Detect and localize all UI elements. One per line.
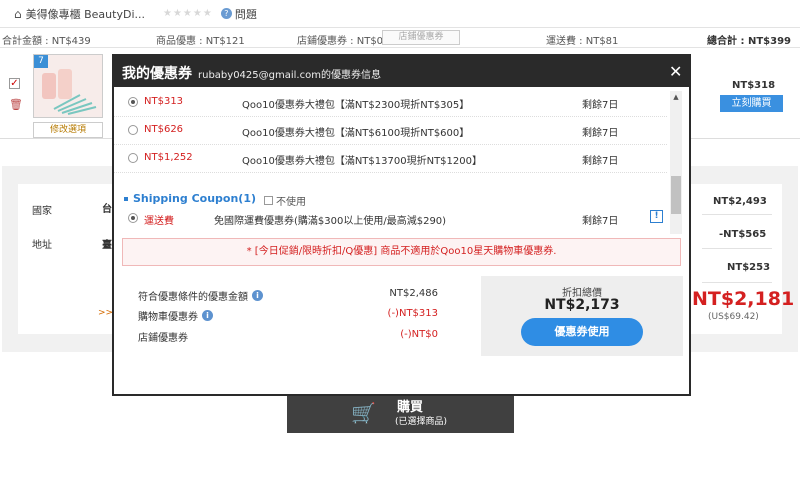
country-select[interactable]: 台 bbox=[102, 200, 112, 215]
store-bar: ⌂ 美得像專櫃 BeautyDi... ★★★★★ ? 問題 bbox=[0, 0, 800, 28]
address-label: 地址 bbox=[32, 240, 52, 251]
coupon-row[interactable]: NT$313 Qoo10優惠券大禮包【滿NT$2300現折NT$305】 剩餘7… bbox=[114, 89, 667, 117]
store-coupon-label: 店鋪優惠券 bbox=[138, 333, 188, 344]
coupon-name: Qoo10優惠券大禮包【滿NT$2300現折NT$305】 bbox=[242, 100, 470, 111]
trash-icon[interactable]: 🗑 bbox=[9, 98, 23, 111]
no-use-checkbox[interactable] bbox=[264, 196, 273, 205]
eligible-amount-label: 符合優惠條件的優惠金額 bbox=[138, 292, 248, 303]
purchase-label: 購買 bbox=[397, 400, 424, 415]
order-value-3: NT$253 bbox=[727, 262, 771, 273]
product-thumbnail[interactable]: 7 bbox=[33, 54, 103, 118]
shipping-fee: 運送費 : NT$81 bbox=[546, 36, 619, 47]
store-coupon-button[interactable]: 店鋪優惠券 bbox=[382, 30, 460, 45]
cart-coupon-label: 購物車優惠券 bbox=[138, 312, 198, 323]
coupon-remaining: 剩餘7日 bbox=[582, 100, 619, 111]
shipping-coupon-remaining: 剩餘7日 bbox=[582, 216, 619, 227]
address-field[interactable]: 臺 bbox=[102, 236, 112, 251]
coupon-row[interactable]: NT$626 Qoo10優惠券大禮包【滿NT$6100現折NT$600】 剩餘7… bbox=[114, 117, 667, 145]
grand-total: 總合計 : NT$399 bbox=[707, 36, 791, 47]
shipping-no-use[interactable]: 不使用 bbox=[264, 193, 306, 208]
help-link[interactable]: ? 問題 bbox=[220, 6, 257, 22]
order-total-usd: (US$69.42) bbox=[708, 312, 759, 322]
coupon-amount: NT$1,252 bbox=[144, 152, 193, 163]
coupon-amount: NT$313 bbox=[144, 96, 184, 107]
divider bbox=[702, 214, 772, 215]
total-amount: 合計金額 : NT$439 bbox=[2, 36, 91, 47]
coupon-name: Qoo10優惠券大禮包【滿NT$6100現折NT$600】 bbox=[242, 128, 470, 139]
rating-stars-icon: ★★★★★ bbox=[163, 8, 213, 19]
item-checkbox[interactable]: ✓ bbox=[9, 78, 20, 89]
cart-icon: 🛒 bbox=[351, 401, 376, 425]
coupon-radio[interactable] bbox=[128, 125, 138, 135]
divider bbox=[702, 282, 772, 283]
arrow-indicator: >> bbox=[98, 308, 114, 318]
thumbnail-badge: 7 bbox=[34, 55, 48, 68]
coupon-list: NT$313 Qoo10優惠券大禮包【滿NT$2300現折NT$305】 剩餘7… bbox=[114, 89, 689, 234]
coupon-row[interactable]: NT$1,252 Qoo10優惠券大禮包【滿NT$13700現折NT$1200】… bbox=[114, 145, 667, 173]
bullet-icon bbox=[124, 197, 128, 201]
use-coupon-button[interactable]: 優惠券使用 bbox=[521, 318, 643, 346]
purchase-button[interactable]: 🛒 購買 (已選擇商品) bbox=[287, 392, 514, 433]
divider bbox=[702, 248, 772, 249]
eligible-amount-value: NT$2,486 bbox=[389, 288, 438, 299]
coupon-radio[interactable] bbox=[128, 153, 138, 163]
shipping-coupon-name: 免國際運費優惠券(購滿$300以上使用/最高減$290) bbox=[214, 216, 447, 227]
coupon-list-scrollbar[interactable]: ▲ ▼ bbox=[670, 91, 682, 234]
shipping-coupon-type: 運送費 bbox=[144, 216, 174, 227]
country-label: 國家 bbox=[32, 206, 52, 217]
buy-now-button[interactable]: 立刻購買 bbox=[720, 95, 783, 112]
discount-total: NT$2,173 bbox=[544, 297, 620, 313]
eligible-amount-line: 符合優惠條件的優惠金額 i NT$2,486 bbox=[138, 288, 438, 303]
order-total: NT$2,181 bbox=[692, 288, 795, 310]
coupon-notice: * [今日促銷/限時折扣/Q優惠] 商品不適用於Qoo10星天購物車優惠券. bbox=[122, 238, 681, 266]
home-icon[interactable]: ⌂ bbox=[14, 7, 22, 21]
cart-summary-bar: 合計金額 : NT$439 商品優惠 : NT$121 店鋪優惠券 : NT$0… bbox=[0, 28, 800, 48]
coupon-modal: 我的優惠券 rubaby0425@gmail.com的優惠券信息 ✕ NT$31… bbox=[112, 54, 691, 396]
item-discount: 商品優惠 : NT$121 bbox=[156, 36, 245, 47]
modal-header: 我的優惠券 rubaby0425@gmail.com的優惠券信息 ✕ bbox=[114, 56, 689, 87]
info-icon[interactable]: ! bbox=[650, 210, 663, 223]
shipping-coupon-row[interactable]: 運送費 免國際運費優惠券(購滿$300以上使用/最高減$290) 剩餘7日 ! bbox=[114, 209, 667, 229]
info-icon[interactable]: i bbox=[202, 310, 213, 321]
close-icon[interactable]: ✕ bbox=[669, 62, 682, 81]
coupon-remaining: 剩餘7日 bbox=[582, 156, 619, 167]
question-icon: ? bbox=[220, 8, 232, 19]
shipping-coupon-radio[interactable] bbox=[128, 213, 138, 223]
discount-total-box: 折扣總價 NT$2,173 優惠券使用 bbox=[481, 276, 683, 356]
scroll-up-icon[interactable]: ▲ bbox=[670, 91, 682, 103]
modal-title: 我的優惠券 bbox=[122, 66, 192, 82]
modal-subtitle: rubaby0425@gmail.com的優惠券信息 bbox=[198, 70, 381, 81]
info-icon[interactable]: i bbox=[252, 290, 263, 301]
store-coupon-line: 店鋪優惠券 (-)NT$0 bbox=[138, 329, 438, 344]
item-price: NT$318 bbox=[732, 80, 776, 91]
coupon-amount: NT$626 bbox=[144, 124, 184, 135]
coupon-remaining: 剩餘7日 bbox=[582, 128, 619, 139]
cart-coupon-line: 購物車優惠券 i (-)NT$313 bbox=[138, 308, 438, 323]
store-coupon-value: (-)NT$0 bbox=[400, 329, 438, 340]
no-use-label: 不使用 bbox=[276, 197, 306, 208]
store-coupon-amount: 店鋪優惠券 : NT$0 bbox=[297, 36, 384, 47]
store-name[interactable]: 美得像專櫃 BeautyDi... bbox=[26, 6, 145, 22]
purchase-sublabel: (已選擇商品) bbox=[395, 417, 448, 427]
edit-options-button[interactable]: 修改選項 bbox=[33, 122, 103, 138]
order-value-2: -NT$565 bbox=[719, 229, 767, 240]
coupon-summary: 符合優惠條件的優惠金額 i NT$2,486 購物車優惠券 i (-)NT$313 … bbox=[114, 276, 474, 356]
coupon-radio[interactable] bbox=[128, 97, 138, 107]
scrollbar-thumb[interactable] bbox=[671, 176, 681, 214]
order-value-1: NT$2,493 bbox=[713, 196, 767, 207]
coupon-name: Qoo10優惠券大禮包【滿NT$13700現折NT$1200】 bbox=[242, 156, 482, 167]
help-label: 問題 bbox=[234, 7, 257, 21]
shipping-coupon-heading: Shipping Coupon(1) bbox=[124, 192, 256, 205]
shipping-coupon-heading-text: Shipping Coupon(1) bbox=[133, 192, 257, 205]
cart-coupon-value: (-)NT$313 bbox=[387, 308, 438, 319]
